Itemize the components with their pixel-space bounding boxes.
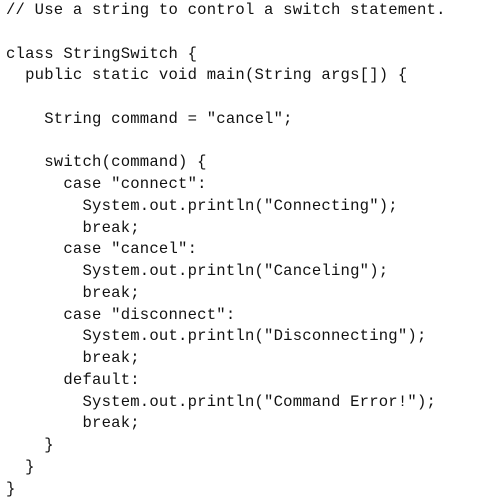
switch-closing-brace-line: }: [6, 435, 446, 457]
blank-line: [6, 131, 446, 153]
println-connecting-line: System.out.println("Connecting");: [6, 196, 446, 218]
class-declaration-line: class StringSwitch {: [6, 44, 446, 66]
break-line: break;: [6, 283, 446, 305]
switch-statement-line: switch(command) {: [6, 152, 446, 174]
break-line: break;: [6, 218, 446, 240]
variable-declaration-line: String command = "cancel";: [6, 109, 446, 131]
main-method-line: public static void main(String args[]) {: [6, 65, 446, 87]
default-case-line: default:: [6, 370, 446, 392]
code-listing: // Use a string to control a switch stat…: [6, 0, 446, 500]
method-closing-brace-line: }: [6, 457, 446, 479]
println-disconnecting-line: System.out.println("Disconnecting");: [6, 326, 446, 348]
break-line: break;: [6, 413, 446, 435]
break-line: break;: [6, 348, 446, 370]
println-command-error-line: System.out.println("Command Error!");: [6, 392, 446, 414]
blank-line: [6, 87, 446, 109]
blank-line: [6, 22, 446, 44]
code-comment-line: // Use a string to control a switch stat…: [6, 0, 446, 22]
case-cancel-line: case "cancel":: [6, 239, 446, 261]
println-canceling-line: System.out.println("Canceling");: [6, 261, 446, 283]
case-disconnect-line: case "disconnect":: [6, 305, 446, 327]
class-closing-brace-line: }: [6, 479, 446, 500]
case-connect-line: case "connect":: [6, 174, 446, 196]
